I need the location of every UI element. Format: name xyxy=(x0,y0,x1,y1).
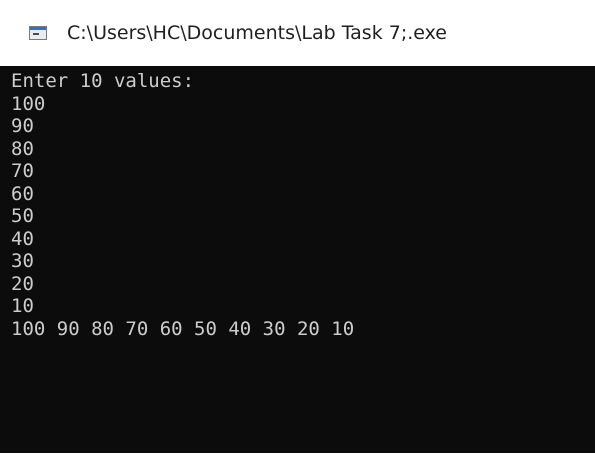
console-input-line: 50 xyxy=(11,205,34,227)
window-title: C:\Users\HC\Documents\Lab Task 7;.exe xyxy=(67,22,447,44)
console-input-line: 10 xyxy=(11,295,34,317)
console-window: C:\Users\HC\Documents\Lab Task 7;.exe En… xyxy=(0,0,595,459)
console-app-icon xyxy=(29,26,47,40)
console-result-line: 100 90 80 70 60 50 40 30 20 10 xyxy=(11,317,355,340)
console-input-line: 60 xyxy=(11,182,34,205)
console-input-line: 30 xyxy=(11,250,34,272)
console-input-line: 100 xyxy=(11,92,46,115)
console-input-line: 20 xyxy=(11,272,34,295)
console-input-line: 80 xyxy=(11,137,34,160)
console-input-line: 90 xyxy=(11,115,34,137)
console-lines: Enter 10 values: 100 90 80 70 60 50 40 3… xyxy=(11,70,354,340)
console-output-area[interactable]: Enter 10 values: 100 90 80 70 60 50 40 3… xyxy=(0,66,595,453)
title-bar[interactable]: C:\Users\HC\Documents\Lab Task 7;.exe xyxy=(0,0,595,66)
console-input-line: 70 xyxy=(11,160,34,182)
console-prompt-line: Enter 10 values: xyxy=(11,70,195,92)
window-bottom-edge xyxy=(0,453,595,459)
console-input-line: 40 xyxy=(11,227,34,250)
